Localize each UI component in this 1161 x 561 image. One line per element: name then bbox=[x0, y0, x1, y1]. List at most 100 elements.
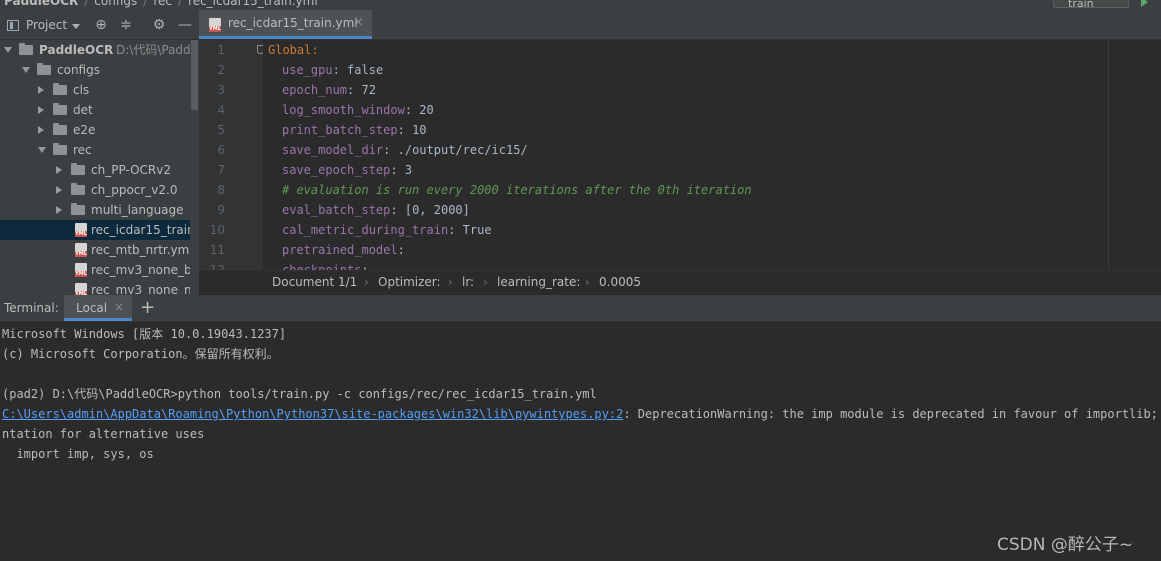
tree-scrollbar-thumb[interactable] bbox=[191, 40, 198, 110]
chevron-right-icon[interactable] bbox=[56, 166, 62, 174]
breadcrumb-item[interactable]: configs bbox=[94, 0, 137, 8]
yaml-value: [0, 2000] bbox=[404, 203, 470, 217]
code-line[interactable]: checkpoints: bbox=[282, 260, 369, 270]
yaml-key: print_batch_step bbox=[282, 123, 398, 137]
code-editor[interactable]: Global: use_gpu: false epoch_num: 72 log_sm… bbox=[263, 40, 1161, 270]
folder-icon bbox=[19, 43, 33, 55]
chevron-down-icon[interactable] bbox=[4, 47, 12, 53]
breadcrumb-item[interactable]: rec_icdar15_train.yml bbox=[188, 0, 318, 8]
folder-icon bbox=[71, 203, 85, 215]
chevron-right-icon[interactable] bbox=[56, 186, 62, 194]
tree-item[interactable]: e2e bbox=[0, 120, 190, 140]
tree-item-label: configs bbox=[57, 63, 100, 77]
chevron-right-icon[interactable] bbox=[38, 126, 44, 134]
collapse-all-icon[interactable]: ≑ bbox=[118, 17, 134, 33]
run-configuration-select[interactable]: train bbox=[1053, 0, 1129, 8]
code-line[interactable]: print_batch_step: 10 bbox=[282, 120, 427, 140]
line-number: 10 bbox=[209, 223, 225, 237]
locate-icon[interactable]: ⊕ bbox=[93, 17, 109, 33]
close-icon[interactable]: × bbox=[353, 15, 364, 30]
breadcrumb-item[interactable]: PaddleOCR bbox=[4, 0, 78, 8]
code-line[interactable]: pretrained_model: bbox=[282, 240, 405, 260]
chevron-down-icon[interactable] bbox=[38, 147, 46, 153]
project-tree: PaddleOCRD:\代码\PaddleOCR configs cls det e2e… bbox=[0, 40, 190, 295]
run-icon[interactable] bbox=[1141, 0, 1148, 7]
editor-breadcrumb-item[interactable]: lr: bbox=[462, 275, 474, 289]
yml-file-icon bbox=[209, 18, 221, 32]
yaml-value: false bbox=[347, 63, 384, 77]
terminal-output[interactable]: Microsoft Windows [版本 10.0.19043.1237] (c… bbox=[0, 322, 1161, 561]
close-icon[interactable]: × bbox=[114, 300, 124, 314]
code-line[interactable]: Global: bbox=[268, 40, 319, 60]
line-number: 6 bbox=[217, 143, 225, 157]
code-line[interactable]: eval_batch_step: [0, 2000] bbox=[282, 200, 470, 220]
line-number: 5 bbox=[217, 123, 225, 137]
tree-item[interactable]: ch_PP-OCRv2 bbox=[0, 160, 190, 180]
yaml-value: ./output/rec/ic15/ bbox=[397, 143, 528, 157]
yml-file-icon bbox=[75, 283, 87, 295]
yaml-key: pretrained_model bbox=[282, 243, 398, 257]
tree-item-label: rec bbox=[73, 143, 92, 157]
chevron-right-icon[interactable] bbox=[56, 206, 62, 214]
code-line[interactable]: epoch_num: 72 bbox=[282, 80, 376, 100]
terminal-line: (c) Microsoft Corporation。保留所有权利。 bbox=[2, 344, 279, 364]
yml-file-icon bbox=[75, 263, 87, 277]
chevron-down-icon[interactable] bbox=[22, 67, 30, 73]
editor-breadcrumb-item[interactable]: learning_rate: bbox=[497, 275, 580, 289]
breadcrumb: PaddleOCR / configs / rec / rec_icdar15_train.… bbox=[4, 0, 318, 8]
tree-item-label: PaddleOCR bbox=[39, 43, 114, 57]
code-line[interactable]: # evaluation is run every 2000 iteration… bbox=[282, 180, 752, 200]
chevron-right-icon[interactable] bbox=[38, 106, 44, 114]
terminal-text: (c) Microsoft Corporation。保留所有权利。 bbox=[2, 347, 279, 361]
yaml-value: 72 bbox=[361, 83, 376, 97]
chevron-right-icon[interactable] bbox=[38, 86, 44, 94]
folder-icon bbox=[53, 123, 67, 135]
chevron-down-icon[interactable] bbox=[72, 24, 80, 29]
terminal-line: ntation for alternative uses bbox=[2, 424, 204, 444]
gear-icon[interactable]: ⚙ bbox=[151, 17, 167, 33]
code-line[interactable]: save_epoch_step: 3 bbox=[282, 160, 412, 180]
hide-panel-icon[interactable]: — bbox=[177, 17, 193, 33]
code-line[interactable]: log_smooth_window: 20 bbox=[282, 100, 434, 120]
folder-icon bbox=[37, 63, 51, 75]
editor-breadcrumb-item[interactable]: Optimizer: bbox=[378, 275, 441, 289]
terminal-file-link[interactable]: C:\Users\admin\AppData\Roaming\Python\Py… bbox=[2, 407, 623, 421]
project-view-label[interactable]: Project bbox=[26, 18, 67, 32]
yaml-key: cal_metric_during_train bbox=[282, 223, 449, 237]
folder-icon bbox=[53, 143, 67, 155]
editor-tab-rec-icdar15-train[interactable]: rec_icdar15_train.yml × bbox=[199, 10, 372, 39]
tree-item[interactable]: multi_language bbox=[0, 200, 190, 220]
editor-tab-bar: rec_icdar15_train.yml × bbox=[199, 10, 1161, 40]
line-number: 4 bbox=[217, 103, 225, 117]
tree-item[interactable]: configs bbox=[0, 60, 190, 80]
code-line[interactable]: use_gpu: false bbox=[282, 60, 383, 80]
tree-item[interactable]: ch_ppocr_v2.0 bbox=[0, 180, 190, 200]
tree-item[interactable]: rec_mv3_none_bilstm_ctc.yml bbox=[0, 260, 190, 280]
line-number: 11 bbox=[209, 243, 225, 257]
plus-icon[interactable]: + bbox=[140, 297, 155, 318]
terminal-text: : DeprecationWarning: the imp module is … bbox=[623, 407, 1158, 421]
terminal-line: (pad2) D:\代码\PaddleOCR>python tools/trai… bbox=[2, 384, 597, 404]
tree-item[interactable]: cls bbox=[0, 80, 190, 100]
tree-item[interactable]: rec_mv3_none_none_ctc.yml bbox=[0, 280, 190, 295]
right-margin-guide bbox=[1108, 40, 1109, 270]
terminal-tab-local[interactable]: Local × bbox=[64, 295, 132, 321]
tree-scrollbar[interactable] bbox=[190, 40, 199, 295]
code-line[interactable]: cal_metric_during_train: True bbox=[282, 220, 492, 240]
tree-item[interactable]: det bbox=[0, 100, 190, 120]
tree-item[interactable]: rec_mtb_nrtr.yml bbox=[0, 240, 190, 260]
tree-item[interactable]: rec_icdar15_train.yml bbox=[0, 220, 190, 240]
breadcrumb-item[interactable]: rec bbox=[153, 0, 172, 8]
tree-item[interactable]: rec bbox=[0, 140, 190, 160]
folder-icon bbox=[71, 183, 85, 195]
tree-item-label: e2e bbox=[73, 123, 96, 137]
editor-breadcrumb-item[interactable]: 0.0005 bbox=[599, 275, 641, 289]
breadcrumb-separator-icon: › bbox=[483, 275, 488, 289]
tree-item[interactable]: PaddleOCRD:\代码\PaddleOCR bbox=[0, 40, 190, 60]
folder-icon bbox=[71, 163, 85, 175]
tree-item-label: cls bbox=[73, 83, 90, 97]
editor-breadcrumb-item[interactable]: Document 1/1 bbox=[272, 275, 357, 289]
code-line[interactable]: save_model_dir: ./output/rec/ic15/ bbox=[282, 140, 528, 160]
terminal-line: C:\Users\admin\AppData\Roaming\Python\Py… bbox=[2, 404, 1161, 424]
project-panel-header: Project ⊕ ≑ ⚙ — bbox=[0, 10, 199, 40]
